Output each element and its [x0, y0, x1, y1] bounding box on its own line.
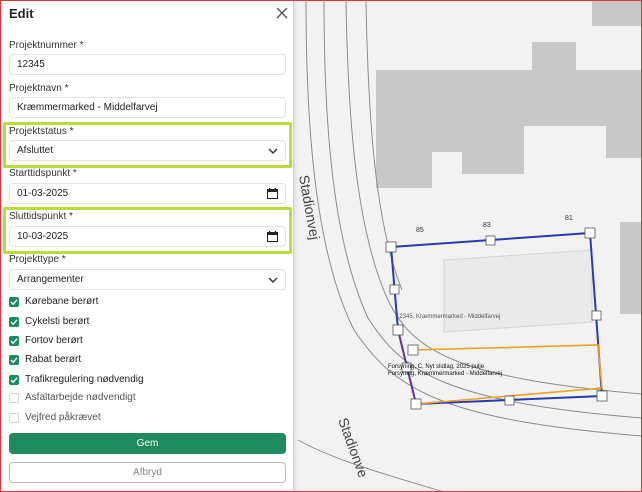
checkbox-unchecked-icon[interactable] [9, 392, 19, 403]
sluttidspunkt-input[interactable]: 10-03-2025 [9, 226, 286, 247]
vertex-handle[interactable] [410, 398, 422, 410]
panel-title: Edit [9, 6, 34, 21]
midpoint-handle[interactable] [591, 310, 602, 321]
projektnavn-value: Kræmmermarked - Middelfarvej [17, 102, 158, 113]
sluttidspunkt-label: Sluttidspunkt * [9, 211, 73, 222]
close-icon[interactable] [274, 5, 290, 21]
map-view[interactable]: 85 83 81 12345, Kræmmermarked - Middelfa… [294, 0, 642, 492]
map-canvas[interactable]: 85 83 81 12345, Kræmmermarked - Middelfa… [294, 0, 642, 492]
checkbox-asfaltarbejde[interactable]: Asfaltarbejde nødvendigt [9, 391, 136, 404]
checkbox-rabat[interactable]: Rabat berørt [9, 353, 81, 366]
projektnummer-value: 12345 [17, 59, 45, 70]
checkbox-vejfred[interactable]: Vejfred påkrævet [9, 411, 101, 424]
checkbox-checked-icon[interactable] [9, 335, 19, 346]
checkbox-label: Rabat berørt [25, 354, 82, 365]
starttidspunkt-input[interactable]: 01-03-2025 [9, 183, 286, 204]
building [620, 222, 642, 314]
checkbox-label: Trafikregulering nødvendig [25, 374, 144, 385]
midpoint-handle[interactable] [504, 395, 515, 406]
calendar-icon[interactable] [267, 188, 278, 199]
checkbox-checked-icon[interactable] [9, 374, 19, 385]
projekttype-select[interactable]: Arrangementer [9, 269, 286, 290]
checkbox-trafikregulering[interactable]: Trafikregulering nødvendig [9, 373, 144, 386]
projekttype-value: Arrangementer [17, 274, 84, 285]
overlap-label: Forsyning, C, Nyt slidlag, 2025 pulje [388, 364, 485, 370]
projekttype-label: Projekttype * [9, 254, 66, 265]
checkbox-korebane[interactable]: Kørebane berørt [9, 295, 98, 308]
checkbox-cykelsti[interactable]: Cykelsti berørt [9, 315, 89, 328]
building [376, 42, 642, 188]
house-number: 85 [416, 227, 424, 234]
checkbox-label: Vejfred påkrævet [25, 412, 101, 423]
building [549, 46, 571, 66]
midpoint-handle[interactable] [485, 235, 496, 246]
buildings [376, 0, 642, 333]
starttidspunkt-label: Starttidspunkt * [9, 168, 77, 179]
checkbox-fortov[interactable]: Fortov berørt [9, 334, 83, 347]
checkbox-label: Kørebane berørt [25, 296, 99, 307]
edit-panel: Edit Projektnummer * 12345 Projektnavn *… [0, 0, 294, 492]
save-button[interactable]: Gem [9, 433, 286, 454]
building [586, 84, 616, 112]
projektstatus-select[interactable]: Afsluttet [9, 140, 286, 161]
checkbox-checked-icon[interactable] [9, 354, 19, 365]
checkbox-label: Asfaltarbejde nødvendigt [25, 392, 136, 403]
cancel-button[interactable]: Afbryd [9, 462, 286, 483]
projektnummer-label: Projektnummer * [9, 40, 84, 51]
projektnavn-label: Projektnavn * [9, 83, 69, 94]
calendar-icon[interactable] [267, 231, 278, 242]
projektnummer-input[interactable]: 12345 [9, 54, 286, 75]
vertex-handle[interactable] [385, 241, 397, 253]
chevron-down-icon [268, 148, 278, 154]
projektstatus-label: Projektstatus * [9, 126, 74, 137]
starttidspunkt-value: 01-03-2025 [17, 188, 69, 199]
overlap-label: Forsyning, Kræmmermarked - Middelfarvej [388, 371, 502, 377]
midpoint-handle[interactable] [389, 284, 400, 295]
vertex-handle[interactable] [392, 324, 404, 336]
chevron-down-icon [268, 277, 278, 283]
checkbox-unchecked-icon[interactable] [9, 412, 19, 423]
projektstatus-value: Afsluttet [17, 145, 54, 156]
street-name: Stadionve [335, 416, 371, 480]
project-label: 12345, Kræmmermarked - Middelfarvej [396, 314, 500, 320]
checkbox-label: Cykelsti berørt [25, 316, 90, 327]
vertex-handle[interactable] [596, 390, 608, 402]
house-number: 83 [483, 222, 491, 229]
building [592, 0, 642, 26]
vertex-handle[interactable] [407, 344, 419, 356]
checkbox-label: Fortov berørt [25, 335, 83, 346]
projektnavn-input[interactable]: Kræmmermarked - Middelfarvej [9, 97, 286, 118]
checkbox-checked-icon[interactable] [9, 296, 19, 307]
house-number: 81 [565, 215, 573, 222]
checkbox-checked-icon[interactable] [9, 316, 19, 327]
sluttidspunkt-value: 10-03-2025 [17, 231, 69, 242]
vertex-handle[interactable] [584, 227, 596, 239]
